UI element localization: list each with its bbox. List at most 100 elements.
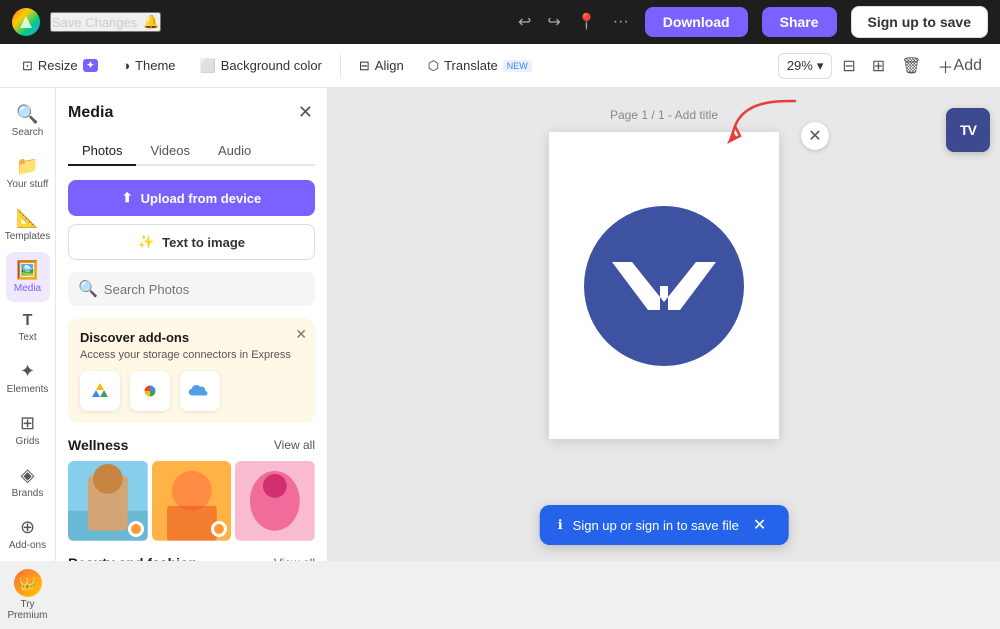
theme-icon: ◑: [122, 58, 130, 73]
wellness-title: Wellness: [68, 437, 128, 453]
sidebar-item-add-ons[interactable]: ⊕ Add-ons: [3, 509, 52, 559]
wellness-photo-grid: [68, 461, 315, 541]
left-sidebar: 🔍 Search 📁 Your stuff 📐 Templates 🖼️ Med…: [0, 88, 56, 561]
main-layout: 🔍 Search 📁 Your stuff 📐 Templates 🖼️ Med…: [0, 88, 1000, 561]
grids-icon: ⊞: [20, 413, 35, 434]
share-button[interactable]: Share: [762, 7, 837, 37]
search-icon: 🔍: [78, 279, 98, 299]
google-drive-icon[interactable]: [80, 371, 120, 411]
magic-icon: ✨: [138, 234, 154, 250]
pro-badge: [211, 521, 227, 537]
discover-close-button[interactable]: ✕: [295, 326, 307, 343]
canvas-container[interactable]: [549, 132, 779, 439]
add-button[interactable]: ＋ Add: [932, 48, 988, 84]
media-icon: 🖼️: [16, 260, 38, 281]
resize-icon: ⊡: [22, 58, 33, 74]
beauty-view-all[interactable]: View all: [274, 556, 315, 561]
app-logo[interactable]: [12, 8, 40, 36]
beauty-section-header: Beauty and fashion View all: [68, 555, 315, 561]
signup-save-button[interactable]: Sign up to save: [851, 6, 988, 38]
pro-badge: [128, 521, 144, 537]
wellness-photo-1[interactable]: [68, 461, 148, 541]
sidebar-item-your-stuff[interactable]: 📁 Your stuff: [1, 148, 55, 198]
sidebar-item-media[interactable]: 🖼️ Media: [6, 252, 50, 302]
bg-color-icon: ⬜: [200, 58, 216, 74]
brands-icon: ◈: [21, 465, 35, 486]
premium-icon: 👑: [14, 569, 42, 597]
search-bar[interactable]: 🔍: [68, 272, 315, 306]
upload-from-device-button[interactable]: ⬆ Upload from device: [68, 180, 315, 216]
sidebar-item-grids[interactable]: ⊞ Grids: [6, 405, 50, 455]
storage-icons: [80, 371, 303, 411]
panel-close-button[interactable]: ✕: [296, 100, 315, 125]
discover-title: Discover add-ons: [80, 330, 303, 345]
align-button[interactable]: ⊟ Align: [349, 52, 414, 80]
sidebar-item-elements[interactable]: ✦ Elements: [1, 353, 55, 403]
beauty-title: Beauty and fashion: [68, 555, 197, 561]
save-banner: ℹ Sign up or sign in to save file ✕: [540, 505, 789, 545]
background-color-button[interactable]: ⬜ Background color: [190, 52, 332, 80]
info-icon: ℹ: [558, 517, 563, 533]
grid-settings-button[interactable]: ⊞: [866, 50, 891, 82]
chevron-down-icon: ▾: [817, 58, 824, 74]
resize-button[interactable]: ⊡ Resize ✦: [12, 52, 108, 80]
add-ons-icon: ⊕: [20, 517, 35, 538]
text-icon: T: [23, 312, 33, 330]
more-button[interactable]: ···: [607, 7, 635, 37]
discover-card: ✕ Discover add-ons Access your storage c…: [68, 318, 315, 423]
save-banner-close-button[interactable]: ✕: [749, 515, 770, 535]
canvas-area: TV Page 1 / 1 - Add title ✕ ℹ Sign up or…: [328, 88, 1000, 561]
google-photos-icon[interactable]: [130, 371, 170, 411]
upload-icon: ⬆: [122, 190, 133, 206]
templates-icon: 📐: [16, 208, 38, 229]
tab-photos[interactable]: Photos: [68, 137, 136, 166]
search-input[interactable]: [104, 282, 305, 297]
location-button[interactable]: 📍: [571, 6, 603, 38]
theme-button[interactable]: ◑ Theme: [112, 52, 185, 79]
download-button[interactable]: Download: [645, 7, 748, 37]
sidebar-item-templates[interactable]: 📐 Templates: [0, 200, 56, 250]
save-changes-button[interactable]: Save Changes 🔔: [50, 12, 161, 32]
mini-avatar: TV: [946, 108, 990, 152]
elements-icon: ✦: [20, 361, 35, 382]
cloud-storage-icon[interactable]: [180, 371, 220, 411]
delete-button[interactable]: 🗑: [895, 50, 927, 82]
media-panel: Media ✕ Photos Videos Audio ⬆ Upload fro…: [56, 88, 328, 561]
wellness-view-all[interactable]: View all: [274, 438, 315, 452]
toolbar-divider: [340, 54, 341, 78]
panel-title: Media: [68, 104, 113, 122]
topbar-icons: ↩ ↪ 📍 ···: [512, 6, 635, 38]
wellness-photo-3[interactable]: [235, 461, 315, 541]
wellness-photo-2[interactable]: [152, 461, 232, 541]
folder-icon: 📁: [16, 156, 38, 177]
media-tabs: Photos Videos Audio: [68, 137, 315, 166]
resize-badge: ✦: [83, 59, 99, 72]
tab-videos[interactable]: Videos: [136, 137, 204, 166]
undo-button[interactable]: ↩: [512, 6, 537, 38]
plus-icon: ＋: [938, 54, 954, 78]
text-to-image-button[interactable]: ✨ Text to image: [68, 224, 315, 260]
template-settings-button[interactable]: ⊟: [836, 50, 861, 82]
topbar: Save Changes 🔔 ↩ ↪ 📍 ··· Download Share …: [0, 0, 1000, 44]
sidebar-item-brands[interactable]: ◈ Brands: [6, 457, 50, 507]
translate-button[interactable]: ⬡ Translate NEW: [418, 52, 542, 80]
discover-description: Access your storage connectors in Expres…: [80, 349, 303, 361]
page-label: Page 1 / 1 - Add title: [610, 108, 718, 122]
tv-logo: [584, 206, 744, 366]
sidebar-item-text[interactable]: T Text: [6, 304, 50, 351]
tab-audio[interactable]: Audio: [204, 137, 265, 166]
secondary-toolbar: ⊡ Resize ✦ ◑ Theme ⬜ Background color ⊟ …: [0, 44, 1000, 88]
wellness-section-header: Wellness View all: [68, 437, 315, 453]
search-icon: 🔍: [16, 104, 38, 125]
sidebar-item-search[interactable]: 🔍 Search: [6, 96, 50, 146]
try-premium-button[interactable]: 👑 Try Premium: [0, 561, 55, 629]
canvas-close-button[interactable]: ✕: [801, 122, 829, 150]
translate-badge: NEW: [503, 60, 532, 72]
canvas-wrapper: ✕: [549, 132, 779, 439]
zoom-control[interactable]: 29% ▾: [778, 53, 833, 79]
align-icon: ⊟: [359, 58, 370, 74]
save-banner-text: Sign up or sign in to save file: [573, 518, 739, 533]
redo-button[interactable]: ↪: [541, 6, 566, 38]
panel-header: Media ✕: [68, 100, 315, 125]
translate-icon: ⬡: [428, 58, 439, 74]
